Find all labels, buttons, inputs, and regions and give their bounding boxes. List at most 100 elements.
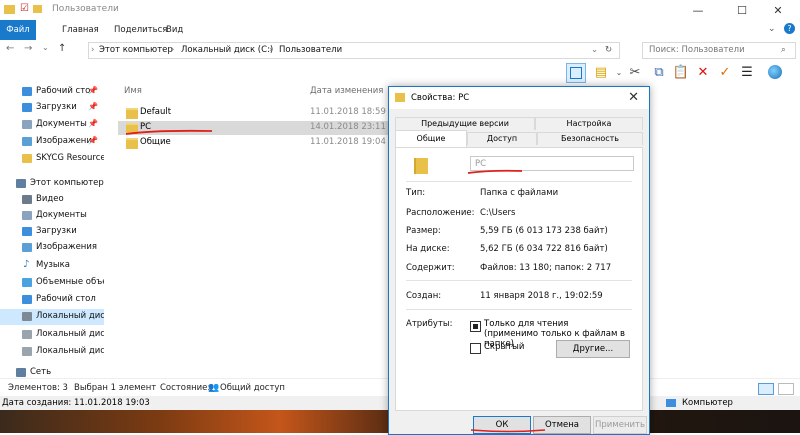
search-icon: ⌕ — [781, 45, 786, 55]
properties-check-icon[interactable]: ☑ — [20, 3, 29, 14]
minimize-button[interactable]: — — [676, 0, 720, 20]
folder-icon — [22, 154, 32, 163]
details-view-icon[interactable] — [758, 383, 774, 395]
dialog-title-bar: Свойства: PC ✕ — [389, 87, 649, 109]
documents-icon — [22, 120, 32, 129]
paste-icon[interactable]: 📋 — [672, 63, 690, 81]
drive-icon — [22, 330, 32, 339]
nav-item-skycg[interactable]: SKYCG Resource — [0, 151, 104, 167]
nav-label: Музыка — [36, 260, 70, 270]
extra-toolbar: ▤ ⌄ ✂ ⧉ 📋 ✕ ✓ ☰ — [0, 60, 800, 84]
note-icon[interactable]: ▤ — [592, 63, 610, 81]
tiles-view-icon[interactable] — [778, 383, 794, 395]
breadcrumb-users[interactable]: Пользователи — [279, 45, 342, 55]
nav-item-local-disk-3[interactable]: Локальный дис — [0, 344, 104, 360]
ribbon-tabs: Файл Главная Поделиться Вид ⌄ ? — [0, 20, 800, 41]
folder-icon — [126, 108, 138, 119]
tab-customize[interactable]: Настройка — [535, 117, 643, 130]
dialog-close-icon[interactable]: ✕ — [628, 90, 639, 105]
pictures-icon — [22, 243, 32, 252]
column-header-date[interactable]: Дата изменения — [310, 86, 383, 96]
globe-icon[interactable] — [766, 63, 784, 81]
hidden-checkbox[interactable] — [470, 343, 481, 354]
up-arrow-icon[interactable]: ↑ — [58, 43, 66, 54]
folder-icon — [395, 93, 405, 102]
tab-general[interactable]: Общие — [395, 130, 467, 147]
readonly-checkbox[interactable] — [470, 321, 481, 332]
state-label: Состояние: — [160, 383, 211, 393]
copy-icon[interactable]: ⧉ — [650, 63, 668, 81]
nav-item-desktop[interactable]: Рабочий сто 📌 — [0, 84, 104, 100]
back-arrow-icon[interactable]: ← — [6, 43, 14, 54]
nav-item-this-pc[interactable]: Этот компьютер — [0, 176, 104, 192]
nav-item-local-disk-c[interactable]: Локальный дис — [0, 309, 104, 325]
date-created: Дата создания: 11.01.2018 19:03 — [2, 398, 150, 408]
search-input[interactable]: Поиск: Пользователи ⌕ — [642, 42, 796, 59]
nav-item-pc-downloads[interactable]: Загрузки — [0, 224, 104, 240]
dialog-title: Свойства: PC — [411, 93, 470, 103]
nav-item-pc-pictures[interactable]: Изображения — [0, 240, 104, 256]
pin-icon: 📌 — [88, 102, 98, 111]
chevron-down-icon[interactable]: ⌄ — [768, 24, 776, 34]
drive-icon — [22, 347, 32, 356]
address-bar[interactable]: › Этот компьютер › Локальный диск (C:) ›… — [88, 42, 620, 59]
tab-sharing[interactable]: Доступ — [467, 132, 537, 145]
nav-item-network[interactable]: Сеть — [0, 365, 104, 378]
red-annotation-underline — [125, 129, 213, 135]
nav-item-documents[interactable]: Документы 📌 — [0, 117, 104, 133]
close-button[interactable]: ✕ — [756, 0, 800, 20]
share-state: Общий доступ — [220, 383, 285, 393]
location-label: Расположение: — [406, 208, 475, 218]
advanced-button[interactable]: Другие... — [556, 340, 630, 358]
downloads-icon — [22, 103, 32, 112]
breadcrumb-this-pc[interactable]: Этот компьютер — [99, 45, 173, 55]
breadcrumb-local-disk[interactable]: Локальный диск (C:) — [181, 45, 273, 55]
tab-file[interactable]: Файл — [0, 20, 36, 40]
nav-item-video[interactable]: Видео — [0, 192, 104, 208]
nav-item-3d-objects[interactable]: Объемные объе — [0, 275, 104, 291]
column-header-name[interactable]: Имя — [124, 86, 142, 96]
music-icon: ♪ — [23, 259, 30, 270]
tab-view[interactable]: Вид — [160, 23, 189, 37]
nav-label: Видео — [36, 194, 64, 204]
format-icon[interactable]: ☰ — [738, 63, 756, 81]
breadcrumb-separator-icon: › — [171, 45, 175, 55]
forward-arrow-icon[interactable]: → — [24, 43, 32, 54]
recent-chevron-icon[interactable]: ⌄ — [42, 43, 49, 52]
new-folder-icon[interactable] — [33, 5, 42, 13]
tab-security[interactable]: Безопасность — [537, 132, 643, 145]
address-chevron-icon: › — [91, 45, 95, 55]
window-title: Пользователи — [52, 4, 119, 14]
nav-item-music[interactable]: ♪ Музыка — [0, 258, 104, 274]
drive-icon — [22, 312, 32, 321]
nav-item-pictures[interactable]: Изображени 📌 — [0, 134, 104, 150]
nav-item-pc-desktop[interactable]: Рабочий стол — [0, 292, 104, 308]
computer-icon — [666, 399, 676, 407]
desktop-icon — [22, 87, 32, 96]
nav-label: Загрузки — [36, 102, 77, 112]
nav-item-downloads[interactable]: Загрузки 📌 — [0, 100, 104, 116]
help-icon[interactable]: ? — [784, 23, 795, 34]
size-on-disk-value: 5,62 ГБ (6 034 722 816 байт) — [480, 244, 608, 254]
folder-large-icon — [414, 158, 428, 174]
preview-pane-icon[interactable] — [566, 63, 586, 83]
separator — [406, 181, 632, 182]
share-users-icon: 👥 — [208, 383, 220, 393]
tab-previous-versions[interactable]: Предыдущие версии — [395, 117, 535, 130]
separator — [406, 280, 632, 281]
nav-label: Объемные объе — [36, 277, 104, 287]
apply-button[interactable]: Применить — [593, 416, 647, 434]
nav-item-pc-documents[interactable]: Документы — [0, 208, 104, 224]
address-dropdown-icon[interactable]: ⌄ — [591, 45, 598, 55]
size-label: Размер: — [406, 226, 441, 236]
cut-icon[interactable]: ✂ — [626, 63, 644, 81]
folder-icon — [4, 5, 15, 14]
video-icon — [22, 195, 32, 204]
rename-check-icon[interactable]: ✓ — [716, 63, 734, 81]
file-name: Общие — [140, 137, 171, 147]
nav-label: Документы — [36, 119, 87, 129]
tab-home[interactable]: Главная — [56, 23, 105, 37]
nav-item-local-disk-2[interactable]: Локальный дис — [0, 327, 104, 343]
refresh-icon[interactable]: ↻ — [605, 45, 612, 55]
delete-icon[interactable]: ✕ — [694, 63, 712, 81]
